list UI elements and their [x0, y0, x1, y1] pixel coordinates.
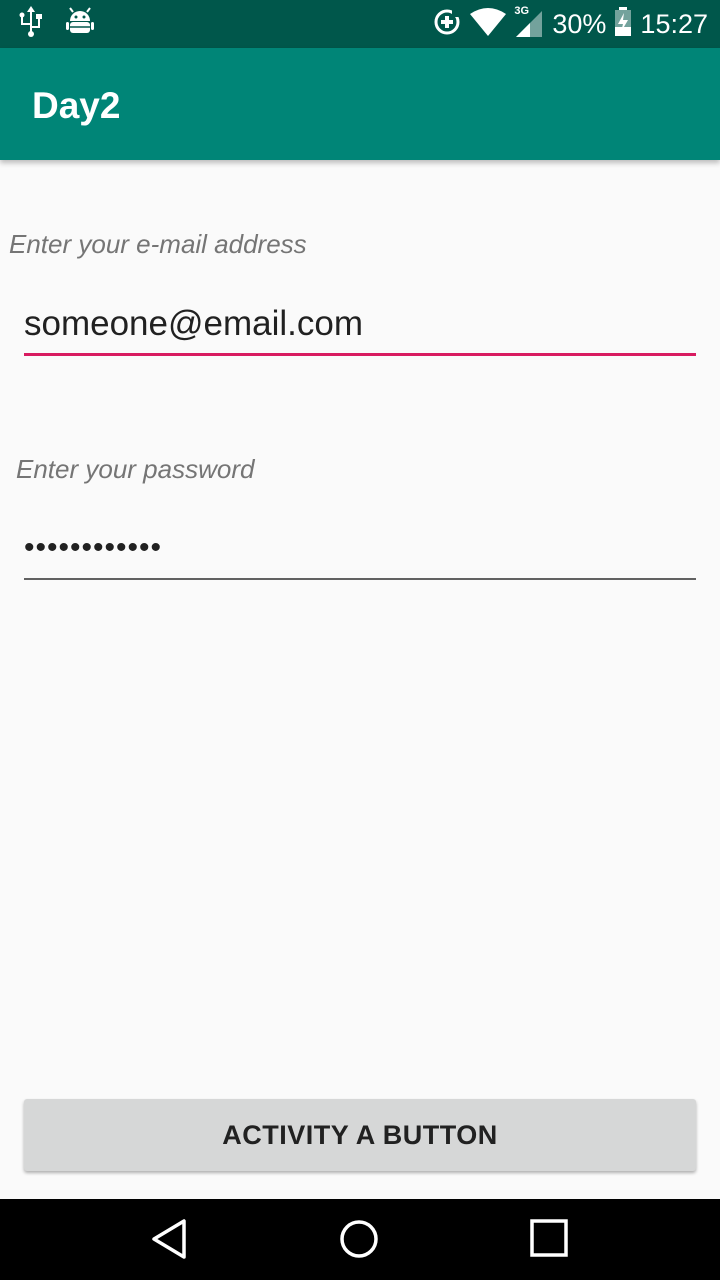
cellular-3g-icon: 3G	[514, 5, 544, 39]
android-debug-icon	[66, 6, 94, 42]
password-label: Enter your password	[16, 454, 255, 484]
status-right-icons: 3G 30% 15:27	[432, 0, 708, 48]
password-field[interactable]: ••••••••••••	[24, 516, 696, 580]
recents-icon[interactable]	[528, 1217, 572, 1261]
data-saver-icon	[432, 7, 462, 42]
email-label: Enter your e-mail address	[9, 229, 307, 259]
navigation-bar	[0, 1199, 720, 1280]
battery-percent: 30%	[552, 8, 607, 39]
wifi-icon	[470, 7, 507, 41]
app-bar: Day2	[0, 48, 720, 160]
back-icon[interactable]	[148, 1217, 192, 1261]
clock: 15:27	[640, 8, 708, 39]
home-icon[interactable]	[337, 1217, 381, 1261]
status-bar: 3G 30% 15:27	[0, 0, 720, 48]
email-field[interactable]: someone@email.com	[24, 292, 696, 356]
battery-charging-icon	[614, 6, 632, 42]
status-left-icons	[18, 5, 94, 43]
app-title: Day2	[32, 85, 121, 126]
activity-a-button[interactable]: ACTIVITY A BUTTON	[24, 1099, 696, 1171]
usb-icon	[18, 5, 44, 43]
